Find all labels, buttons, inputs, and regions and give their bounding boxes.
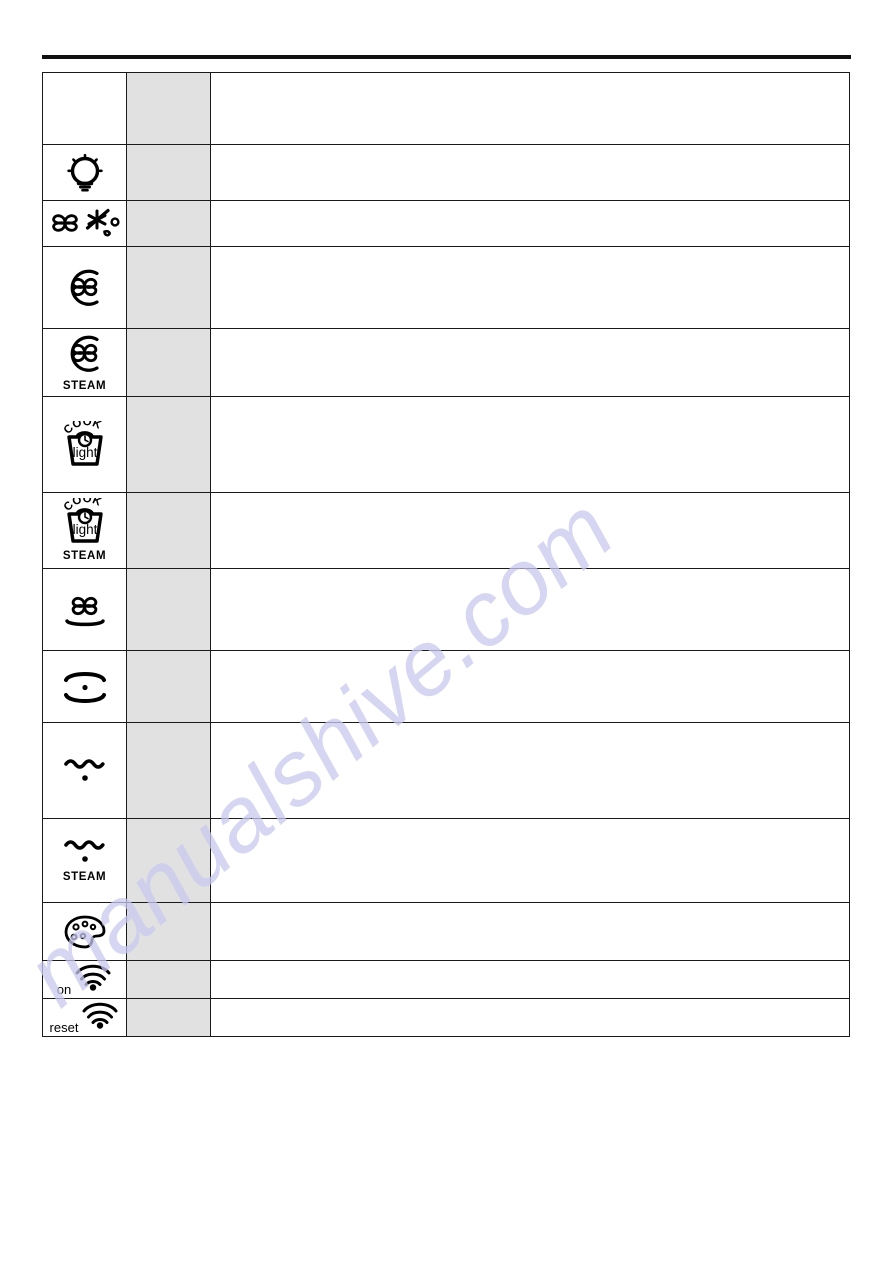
- symbol-cell: on: [42, 960, 127, 999]
- table-row: [42, 144, 850, 201]
- symbol-table: STEAM COOK light COOK light STEAM STEAM …: [42, 72, 850, 1037]
- grill-icon: [58, 837, 112, 867]
- fan-bottom-heat-icon: [59, 590, 111, 630]
- svg-text:light: light: [72, 445, 97, 460]
- description-cell: [210, 144, 850, 201]
- wifi-icon: [74, 963, 112, 996]
- table-row: STEAM: [42, 818, 850, 903]
- icon-label: STEAM: [62, 380, 107, 393]
- designation-cell: [126, 72, 211, 145]
- symbol-cell: reset: [42, 998, 127, 1037]
- symbol-cell: [42, 72, 127, 145]
- icon-label: STEAM: [62, 871, 107, 884]
- fan-circle-icon: [62, 332, 108, 376]
- wifi-icon: [81, 1001, 119, 1034]
- description-cell: [210, 568, 850, 651]
- description-cell: [210, 396, 850, 493]
- table-row: STEAM: [42, 328, 850, 397]
- designation-cell: [126, 492, 211, 569]
- description-cell: [210, 998, 850, 1037]
- symbol-cell: [42, 902, 127, 961]
- symbol-cell: [42, 200, 127, 247]
- oven-lamp-icon: [62, 152, 108, 194]
- table-row: COOK light: [42, 396, 850, 493]
- designation-cell: [126, 902, 211, 961]
- table-row: on: [42, 960, 850, 999]
- description-cell: [210, 200, 850, 247]
- designation-cell: [126, 960, 211, 999]
- symbol-cell: STEAM: [42, 818, 127, 903]
- pizza-palette-icon: [63, 914, 107, 950]
- symbol-cell: [42, 144, 127, 201]
- designation-cell: [126, 246, 211, 329]
- description-cell: [210, 722, 850, 819]
- designation-cell: [126, 200, 211, 247]
- designation-cell: [126, 144, 211, 201]
- table-row: [42, 200, 850, 247]
- description-cell: [210, 246, 850, 329]
- symbol-cell: COOK light: [42, 396, 127, 493]
- symbol-cell: [42, 650, 127, 723]
- description-cell: [210, 328, 850, 397]
- cook-light-icon: COOK light: [57, 421, 113, 469]
- grill-icon: [58, 756, 112, 786]
- designation-cell: [126, 722, 211, 819]
- description-cell: [210, 72, 850, 145]
- top-bottom-heat-icon: [58, 666, 112, 708]
- designation-cell: [126, 818, 211, 903]
- fan-circle-icon: [62, 266, 108, 310]
- icon-side-label: on: [56, 982, 72, 997]
- table-row: [42, 902, 850, 961]
- symbol-table-body: STEAM COOK light COOK light STEAM STEAM …: [42, 72, 850, 1037]
- symbol-cell: [42, 568, 127, 651]
- icon-side-label: reset: [49, 1020, 79, 1035]
- cook-light-icon: COOK light: [57, 498, 113, 546]
- description-cell: [210, 818, 850, 903]
- table-row: [42, 72, 850, 145]
- designation-cell: [126, 328, 211, 397]
- table-row: [42, 722, 850, 819]
- table-row: [42, 568, 850, 651]
- symbol-cell: [42, 246, 127, 329]
- icon-label: STEAM: [62, 550, 107, 563]
- table-row: COOK light STEAM: [42, 492, 850, 569]
- designation-cell: [126, 568, 211, 651]
- header-rule: [42, 55, 851, 59]
- table-row: [42, 650, 850, 723]
- symbol-cell: [42, 722, 127, 819]
- table-row: [42, 246, 850, 329]
- svg-text:light: light: [72, 522, 97, 537]
- description-cell: [210, 902, 850, 961]
- description-cell: [210, 492, 850, 569]
- symbol-cell: COOK light STEAM: [42, 492, 127, 569]
- description-cell: [210, 650, 850, 723]
- blank: [84, 108, 85, 109]
- designation-cell: [126, 998, 211, 1037]
- designation-cell: [126, 396, 211, 493]
- designation-cell: [126, 650, 211, 723]
- description-cell: [210, 960, 850, 999]
- table-row: reset: [42, 998, 850, 1037]
- fan-defrost-icon: [47, 205, 123, 243]
- symbol-cell: STEAM: [42, 328, 127, 397]
